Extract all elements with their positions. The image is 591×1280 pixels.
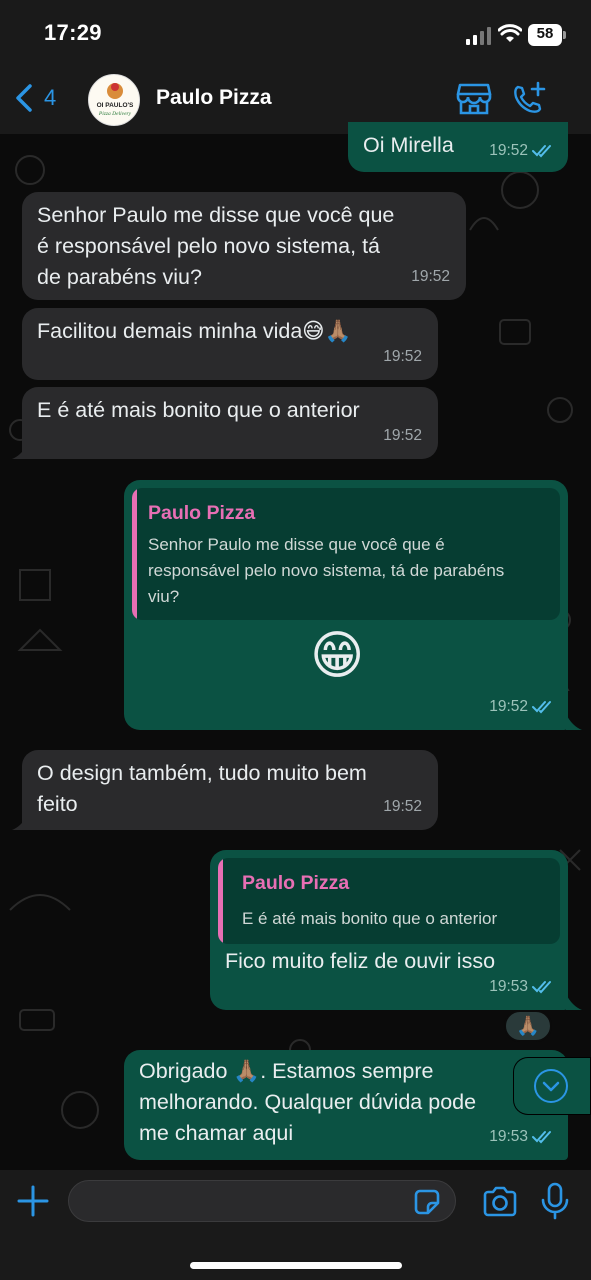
sticker-icon[interactable] (412, 1187, 442, 1217)
message-bubble-incoming[interactable]: Facilitou demais minha vida😅🙏🏽 19:52 (22, 308, 438, 380)
status-time: 17:29 (44, 20, 102, 45)
message-line: feito (37, 792, 78, 816)
avatar-tagline-text: Pizza Delivery (98, 111, 132, 117)
battery-level: 58 (536, 25, 554, 42)
quote-line: E é até mais bonito que o anterior (242, 909, 498, 928)
whatsapp-chat-screen: 17:29 58 4 OI PAULO'S Pizza Delivery Pau… (0, 0, 591, 1280)
message-time: 19:52 (411, 268, 450, 285)
double-check-icon (532, 980, 551, 993)
message-bubble-incoming[interactable]: Senhor Paulo me disse que você que é res… (22, 192, 466, 300)
quote-text: Senhor Paulo me disse que você que é res… (148, 532, 504, 610)
message-bubble-incoming[interactable]: E é até mais bonito que o anterior 19:52 (22, 387, 438, 459)
double-check-icon (532, 144, 551, 157)
message-time: 19:52 (383, 427, 422, 444)
message-line: de parabéns viu? (37, 265, 202, 289)
chevron-left-icon (16, 84, 32, 112)
quote-line: responsável pelo novo sistema, tá de par… (148, 561, 505, 580)
pizza-logo: OI PAULO'S Pizza Delivery (97, 83, 134, 117)
message-bubble-outgoing[interactable]: Oi Mirella 19:52 (348, 122, 568, 172)
message-text: Oi Mirella (363, 133, 454, 157)
message-composer (0, 1170, 591, 1280)
message-text: Senhor Paulo me disse que você que é res… (37, 200, 394, 293)
message-line: melhorando. Qualquer dúvida pode (139, 1090, 477, 1114)
quoted-message[interactable]: Paulo Pizza Senhor Paulo me disse que vo… (132, 488, 560, 620)
quote-line: viu? (148, 587, 180, 606)
message-line: Senhor Paulo me disse que você que (37, 203, 395, 227)
message-text: Facilitou demais minha vida😅🙏🏽 (37, 319, 352, 343)
message-emoji: 😁 (310, 626, 365, 686)
status-bar: 17:29 58 (0, 0, 591, 64)
chevron-down-icon (542, 1081, 560, 1092)
message-time: 19:53 (489, 1121, 554, 1152)
quote-accent-bar (218, 858, 223, 944)
message-bubble-outgoing[interactable]: Paulo Pizza Senhor Paulo me disse que vo… (124, 480, 568, 730)
home-indicator (190, 1262, 402, 1269)
camera-icon[interactable] (482, 1186, 518, 1218)
bubble-tail (12, 814, 28, 830)
quote-author: Paulo Pizza (148, 502, 256, 524)
quote-line: Senhor Paulo me disse que você que é (148, 535, 445, 554)
cellular-signal-icon (466, 27, 491, 45)
microphone-icon[interactable] (540, 1182, 570, 1220)
message-reaction[interactable]: 🙏🏽 (504, 1010, 552, 1042)
message-bubble-outgoing[interactable]: Paulo Pizza E é até mais bonito que o an… (210, 850, 568, 1010)
quoted-message[interactable]: Paulo Pizza E é até mais bonito que o an… (218, 858, 560, 944)
message-time: 19:52 (383, 798, 422, 815)
battery-icon: 58 (528, 24, 566, 46)
add-call-icon[interactable] (512, 81, 548, 115)
back-button[interactable]: 4 (14, 80, 74, 116)
time-text: 19:53 (489, 978, 528, 995)
message-line: O design também, tudo muito bem (37, 761, 367, 785)
message-bubble-outgoing[interactable]: Obrigado 🙏🏽. Estamos sempre melhorando. … (124, 1050, 568, 1160)
contact-name[interactable]: Paulo Pizza (156, 86, 272, 110)
plus-icon[interactable] (16, 1184, 50, 1218)
bubble-tail (12, 443, 28, 459)
bubble-tail (566, 994, 582, 1010)
message-text: O design também, tudo muito bem feito (37, 758, 367, 820)
time-text: 19:52 (489, 142, 528, 159)
double-check-icon (532, 1130, 551, 1143)
wifi-icon (498, 24, 522, 42)
message-line: Obrigado 🙏🏽. Estamos sempre (139, 1059, 434, 1083)
message-time: 19:52 (383, 348, 422, 365)
store-icon[interactable] (456, 81, 492, 115)
time-text: 19:52 (489, 698, 528, 715)
message-text: E é até mais bonito que o anterior (37, 398, 360, 422)
message-time: 19:52 (489, 691, 554, 722)
quote-text: E é até mais bonito que o anterior (242, 906, 497, 932)
scroll-to-bottom-button[interactable] (514, 1058, 590, 1114)
message-line: é responsável pelo novo sistema, tá (37, 234, 381, 258)
message-text: Obrigado 🙏🏽. Estamos sempre melhorando. … (139, 1056, 476, 1149)
message-bubble-incoming[interactable]: O design também, tudo muito bem feito 19… (22, 750, 438, 830)
avatar-brand-text: OI PAULO'S (97, 102, 134, 109)
bubble-tail (566, 714, 582, 730)
message-input[interactable] (68, 1180, 456, 1222)
time-text: 19:53 (489, 1128, 528, 1145)
quote-author: Paulo Pizza (242, 872, 350, 894)
message-text: Fico muito feliz de ouvir isso (225, 949, 496, 973)
double-check-icon (532, 700, 551, 713)
quote-accent-bar (132, 488, 137, 620)
message-line: me chamar aqui (139, 1121, 294, 1145)
back-unread-count: 4 (44, 85, 57, 110)
avatar[interactable]: OI PAULO'S Pizza Delivery (88, 74, 140, 126)
message-time: 19:52 (489, 135, 554, 166)
message-time: 19:53 (489, 971, 554, 1002)
